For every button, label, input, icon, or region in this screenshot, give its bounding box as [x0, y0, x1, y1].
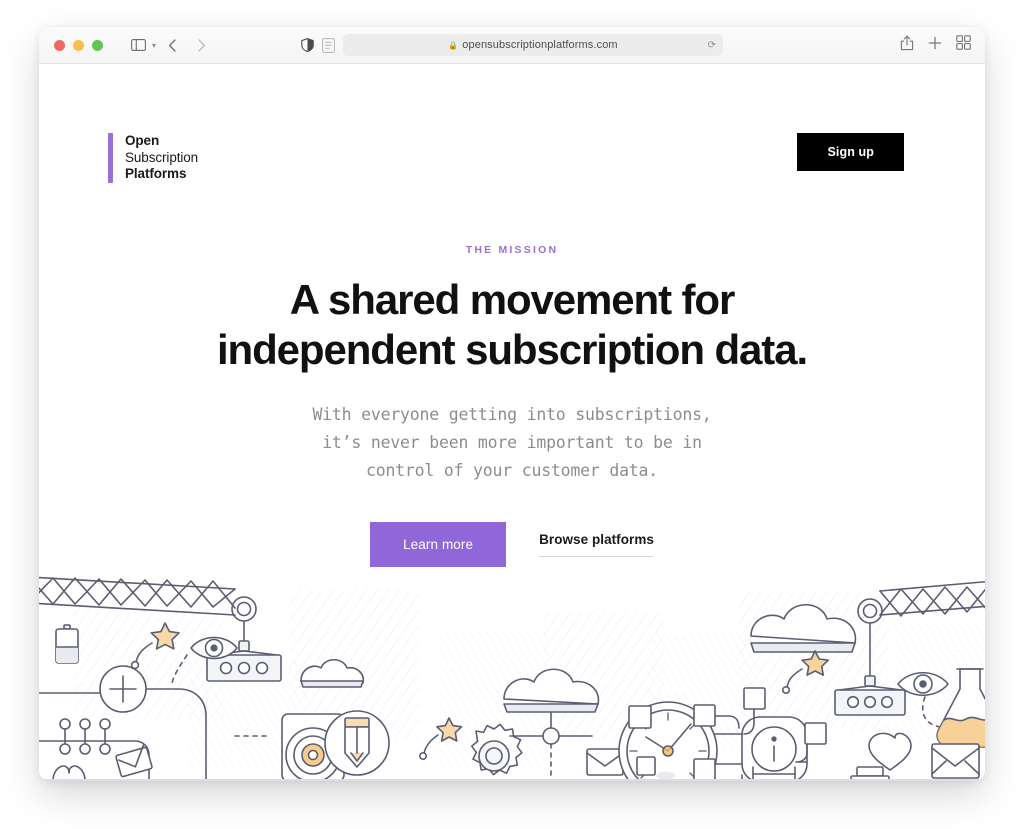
site-logo[interactable]: Open Subscription Platforms: [108, 133, 198, 183]
reload-icon[interactable]: ⟳: [708, 40, 716, 51]
reader-mode-icon[interactable]: [322, 37, 335, 53]
window-controls: [39, 39, 103, 51]
subtitle-line-1: With everyone getting into subscriptions…: [312, 404, 712, 424]
logo-line-1: Open: [125, 133, 160, 148]
hero-section: THE MISSION A shared movement for indepe…: [39, 244, 985, 567]
logo-text: Open Subscription Platforms: [125, 133, 198, 183]
chevron-right-icon[interactable]: [188, 33, 214, 57]
page-title: A shared movement for independent subscr…: [39, 275, 985, 375]
hero-eyebrow: THE MISSION: [465, 243, 559, 256]
chevron-down-icon[interactable]: ▾: [152, 41, 156, 50]
headline-line-1: A shared movement for: [289, 275, 736, 323]
url-text: opensubscriptionplatforms.com: [462, 39, 618, 51]
address-bar-group: 🔒 opensubscriptionplatforms.com ⟳: [301, 34, 723, 56]
plus-circle-icon: [99, 665, 147, 713]
subtitle-line-3: control of your customer data.: [365, 460, 658, 480]
illustration-svg: [39, 576, 985, 781]
battery-icon: [55, 624, 79, 664]
sign-up-button[interactable]: Sign up: [797, 133, 904, 171]
lock-icon: 🔒: [448, 40, 459, 50]
url-bar[interactable]: 🔒 opensubscriptionplatforms.com ⟳: [343, 34, 723, 56]
logo-line-3: Platforms: [125, 166, 187, 181]
pencil-circle-icon: [324, 710, 390, 776]
hero-illustration: [39, 571, 985, 781]
shield-icon[interactable]: [301, 38, 314, 52]
toolbar-actions: [900, 35, 971, 56]
browse-platforms-link[interactable]: Browse platforms: [539, 532, 654, 557]
chevron-left-icon[interactable]: [159, 33, 185, 57]
tab-overview-icon[interactable]: [956, 35, 971, 55]
close-window-button[interactable]: [54, 39, 65, 51]
envelope-mid-icon: [586, 748, 624, 776]
navigation-controls: ▾: [103, 33, 214, 57]
site-header: Open Subscription Platforms Sign up: [39, 64, 985, 183]
plus-icon[interactable]: [928, 36, 942, 55]
logo-line-2: Subscription: [125, 149, 199, 165]
url-content: 🔒 opensubscriptionplatforms.com: [448, 39, 617, 51]
learn-more-button[interactable]: Learn more: [370, 521, 507, 567]
minimize-window-button[interactable]: [73, 39, 84, 51]
logo-accent-bar: [108, 133, 113, 183]
subtitle-line-2: it’s never been more important to be in: [322, 432, 702, 452]
heart-outline-icon: [868, 732, 912, 771]
heart-icon: [52, 765, 86, 781]
share-icon[interactable]: [900, 35, 914, 56]
hero-subtitle: With everyone getting into subscriptions…: [39, 401, 985, 485]
headline-line-2: independent subscription data.: [216, 325, 808, 373]
page-content: Open Subscription Platforms Sign up THE …: [39, 64, 985, 781]
maximize-window-button[interactable]: [92, 39, 103, 51]
browser-toolbar: ▾ 🔒 opensubscriptionplatforms.com ⟳: [39, 27, 985, 64]
envelope-icon: [115, 743, 153, 778]
sidebar-icon[interactable]: [125, 33, 151, 57]
hero-cta-row: Learn more Browse platforms: [39, 521, 985, 567]
envelope-right-icon: [931, 743, 980, 779]
browser-window: ▾ 🔒 opensubscriptionplatforms.com ⟳ Open…: [39, 27, 985, 781]
